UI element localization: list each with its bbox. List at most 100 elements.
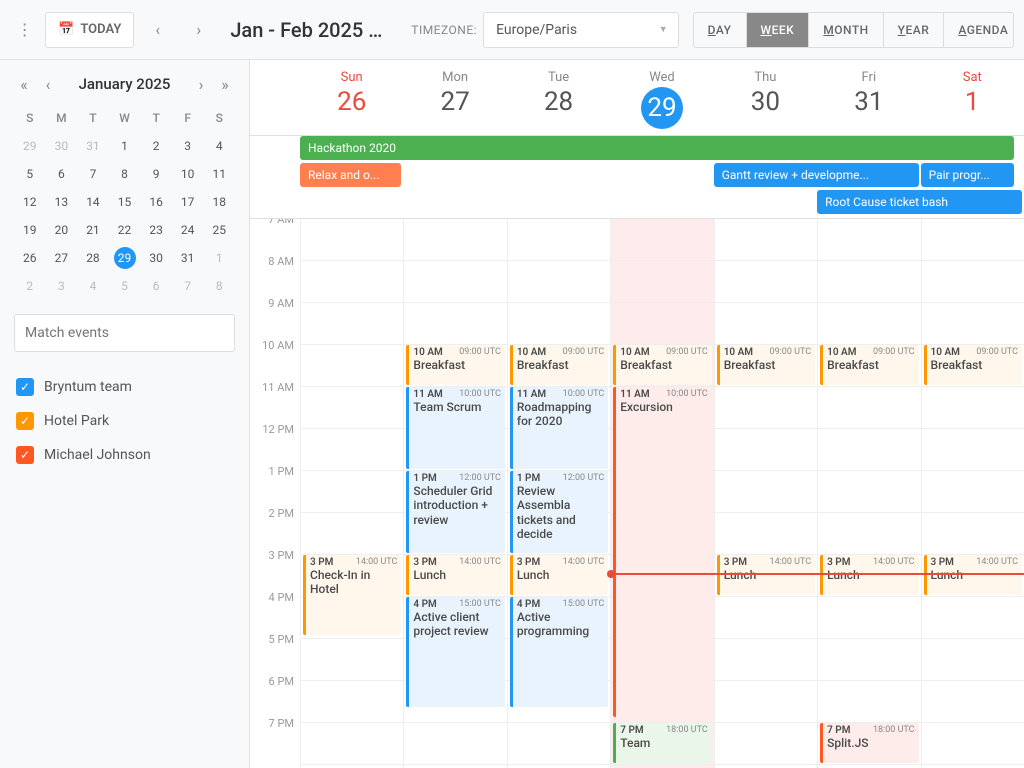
mini-cal-day[interactable]: 31 <box>172 244 204 272</box>
mini-cal-day[interactable]: 6 <box>140 272 172 300</box>
calendar-event[interactable]: 3 PM14:00 UTC Lunch <box>820 555 918 595</box>
calendar-event[interactable]: 3 PM14:00 UTC Lunch <box>406 555 504 595</box>
day-column[interactable]: 10 AM09:00 UTC Breakfast 11 AM10:00 UTC … <box>507 219 610 768</box>
resource-checkbox[interactable]: ✓ <box>16 378 34 396</box>
calendar-event[interactable]: 10 AM09:00 UTC Breakfast <box>820 345 918 385</box>
mini-cal-day[interactable]: 2 <box>14 272 46 300</box>
mini-cal-first[interactable]: « <box>14 74 34 94</box>
day-column[interactable]: 10 AM09:00 UTC Breakfast 3 PM14:00 UTC L… <box>817 219 920 768</box>
tab-agenda[interactable]: AGENDA <box>944 13 1014 47</box>
mini-cal-day[interactable]: 22 <box>109 216 141 244</box>
calendar-event[interactable]: 3 PM14:00 UTC Check-In in Hotel <box>303 555 401 635</box>
day-header[interactable]: Sun 26 <box>300 60 403 135</box>
mini-cal-day[interactable]: 10 <box>172 160 204 188</box>
day-column[interactable]: 10 AM09:00 UTC Breakfast 3 PM14:00 UTC L… <box>921 219 1024 768</box>
tab-week[interactable]: WEEK <box>747 13 810 47</box>
mini-cal-day[interactable]: 14 <box>77 188 109 216</box>
resource-item[interactable]: ✓ Hotel Park <box>14 404 235 438</box>
menu-button[interactable]: ⋮ <box>10 12 39 48</box>
calendar-event[interactable]: 10 AM09:00 UTC Breakfast <box>717 345 815 385</box>
mini-cal-day[interactable]: 27 <box>46 244 78 272</box>
mini-cal-day[interactable]: 8 <box>203 272 235 300</box>
day-header[interactable]: Tue 28 <box>507 60 610 135</box>
mini-cal-day[interactable]: 17 <box>172 188 204 216</box>
mini-cal-next[interactable]: › <box>191 74 211 94</box>
allday-event[interactable]: Gantt review + developme... <box>714 163 919 187</box>
calendar-event[interactable]: 11 AM10:00 UTC Roadmapping for 2020 <box>510 387 608 469</box>
mini-cal-day[interactable]: 23 <box>140 216 172 244</box>
mini-cal-day[interactable]: 3 <box>172 132 204 160</box>
mini-cal-last[interactable]: » <box>215 74 235 94</box>
calendar-event[interactable]: 4 PM15:00 UTC Active programming <box>510 597 608 707</box>
mini-cal-day[interactable]: 6 <box>46 160 78 188</box>
mini-cal-day[interactable]: 30 <box>140 244 172 272</box>
day-header[interactable]: Sat 1 <box>921 60 1024 135</box>
mini-cal-day[interactable]: 2 <box>140 132 172 160</box>
allday-event[interactable]: Hackathon 2020 <box>300 136 1014 160</box>
day-column[interactable]: 10 AM09:00 UTC Breakfast 11 AM10:00 UTC … <box>403 219 506 768</box>
calendar-event[interactable]: 11 AM10:00 UTC Excursion <box>613 387 711 717</box>
mini-cal-day[interactable]: 18 <box>203 188 235 216</box>
timezone-select[interactable]: Europe/Paris <box>483 12 679 48</box>
mini-cal-day[interactable]: 31 <box>77 132 109 160</box>
mini-cal-day[interactable]: 21 <box>77 216 109 244</box>
calendar-event[interactable]: 4 PM15:00 UTC Active client project revi… <box>406 597 504 707</box>
mini-cal-day[interactable]: 29 <box>14 132 46 160</box>
day-column[interactable]: 10 AM09:00 UTC Breakfast 3 PM14:00 UTC L… <box>714 219 817 768</box>
calendar-event[interactable]: 1 PM12:00 UTC Scheduler Grid introductio… <box>406 471 504 553</box>
calendar-event[interactable]: 7 PM18:00 UTC Split.JS <box>820 723 918 763</box>
next-button[interactable]: › <box>181 12 216 48</box>
mini-cal-day[interactable]: 12 <box>14 188 46 216</box>
mini-cal-day[interactable]: 24 <box>172 216 204 244</box>
calendar-event[interactable]: 3 PM14:00 UTC Lunch <box>924 555 1022 595</box>
mini-cal-day[interactable]: 4 <box>203 132 235 160</box>
calendar-event[interactable]: 3 PM14:00 UTC Lunch <box>510 555 608 595</box>
mini-cal-day[interactable]: 30 <box>46 132 78 160</box>
mini-cal-day[interactable]: 7 <box>77 160 109 188</box>
resource-item[interactable]: ✓ Michael Johnson <box>14 438 235 472</box>
mini-cal-day[interactable]: 20 <box>46 216 78 244</box>
today-button[interactable]: 📅 TODAY <box>45 12 134 48</box>
resource-checkbox[interactable]: ✓ <box>16 412 34 430</box>
allday-event[interactable]: Relax and o... <box>300 163 401 187</box>
mini-cal-day[interactable]: 15 <box>109 188 141 216</box>
mini-cal-day[interactable]: 19 <box>14 216 46 244</box>
calendar-event[interactable]: 11 AM10:00 UTC Team Scrum <box>406 387 504 469</box>
mini-cal-day[interactable]: 25 <box>203 216 235 244</box>
tab-year[interactable]: YEAR <box>884 13 945 47</box>
mini-cal-day[interactable]: 5 <box>14 160 46 188</box>
day-header[interactable]: Mon 27 <box>403 60 506 135</box>
mini-cal-day[interactable]: 26 <box>14 244 46 272</box>
allday-event[interactable]: Pair progr... <box>921 163 1014 187</box>
search-input[interactable] <box>14 314 235 352</box>
calendar-event[interactable]: 10 AM09:00 UTC Breakfast <box>510 345 608 385</box>
day-column[interactable]: 3 PM14:00 UTC Check-In in Hotel <box>300 219 403 768</box>
day-header[interactable]: Wed 29 <box>610 60 713 135</box>
allday-event[interactable]: Root Cause ticket bash <box>817 190 1022 214</box>
mini-cal-day[interactable]: 5 <box>109 272 141 300</box>
resource-item[interactable]: ✓ Bryntum team <box>14 370 235 404</box>
calendar-event[interactable]: 3 PM14:00 UTC Lunch <box>717 555 815 595</box>
calendar-event[interactable]: 10 AM09:00 UTC Breakfast <box>613 345 711 385</box>
time-grid[interactable]: 7 AM8 AM9 AM10 AM11 AM12 PM1 PM2 PM3 PM4… <box>250 219 1024 768</box>
mini-cal-day[interactable]: 13 <box>46 188 78 216</box>
mini-cal-day[interactable]: 29 <box>109 244 141 272</box>
mini-cal-day[interactable]: 1 <box>203 244 235 272</box>
mini-cal-day[interactable]: 28 <box>77 244 109 272</box>
mini-cal-day[interactable]: 11 <box>203 160 235 188</box>
mini-cal-day[interactable]: 3 <box>46 272 78 300</box>
mini-cal-day[interactable]: 4 <box>77 272 109 300</box>
calendar-event[interactable]: 10 AM09:00 UTC Breakfast <box>406 345 504 385</box>
resource-checkbox[interactable]: ✓ <box>16 446 34 464</box>
mini-cal-day[interactable]: 9 <box>140 160 172 188</box>
mini-cal-day[interactable]: 8 <box>109 160 141 188</box>
tab-month[interactable]: MONTH <box>809 13 883 47</box>
mini-cal-day[interactable]: 1 <box>109 132 141 160</box>
calendar-event[interactable]: 1 PM12:00 UTC Review Assembla tickets an… <box>510 471 608 553</box>
mini-cal-prev[interactable]: ‹ <box>38 74 58 94</box>
prev-button[interactable]: ‹ <box>140 12 175 48</box>
calendar-event[interactable]: 7 PM18:00 UTC Team <box>613 723 711 763</box>
calendar-event[interactable]: 10 AM09:00 UTC Breakfast <box>924 345 1022 385</box>
day-header[interactable]: Thu 30 <box>714 60 817 135</box>
mini-cal-day[interactable]: 16 <box>140 188 172 216</box>
